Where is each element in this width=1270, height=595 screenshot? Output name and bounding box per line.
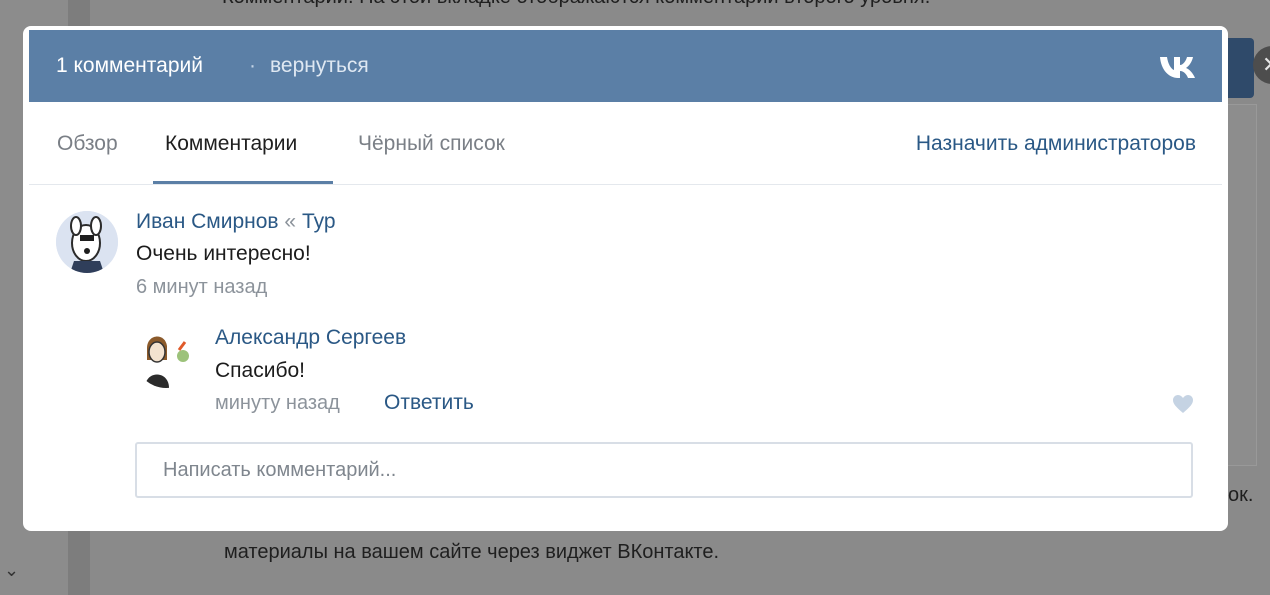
comment-text: Очень интересно! bbox=[136, 242, 311, 265]
back-link[interactable]: вернуться bbox=[270, 54, 369, 78]
header-separator: · bbox=[249, 54, 256, 77]
comments-modal: 1 комментарий · вернуться Обзор Коммента… bbox=[23, 26, 1228, 531]
background-right-fragment: ок. bbox=[1228, 484, 1254, 506]
reply-avatar[interactable] bbox=[135, 326, 197, 388]
comment-input[interactable] bbox=[135, 442, 1193, 498]
tab-blacklist[interactable]: Чёрный список bbox=[358, 132, 505, 156]
reply-author[interactable]: Александр Сергеев bbox=[215, 326, 406, 350]
modal-header: 1 комментарий · вернуться bbox=[29, 30, 1222, 102]
background-button bbox=[1226, 38, 1254, 98]
tab-overview[interactable]: Обзор bbox=[57, 132, 118, 156]
dog-avatar-icon bbox=[56, 211, 118, 273]
background-top-text: Комментарии. На этой вкладке отображаютс… bbox=[222, 0, 930, 9]
tab-comments[interactable]: Комментарии bbox=[165, 132, 297, 156]
modal-title: 1 комментарий bbox=[56, 54, 203, 77]
comment-time[interactable]: 6 минут назад bbox=[136, 276, 267, 299]
active-tab-indicator bbox=[153, 181, 333, 184]
comment-context-link[interactable]: Тур bbox=[302, 210, 336, 233]
comment-author[interactable]: Иван Смирнов « Тур bbox=[136, 210, 336, 234]
tab-bar: Обзор Комментарии Чёрный список Назначит… bbox=[29, 102, 1222, 185]
avatar[interactable] bbox=[56, 211, 118, 273]
reply-time[interactable]: минуту назад bbox=[215, 392, 340, 415]
reply-button[interactable]: Ответить bbox=[384, 391, 474, 415]
background-bottom-text: материалы на вашем сайте через виджет ВК… bbox=[224, 541, 720, 563]
assign-admins-link[interactable]: Назначить администраторов bbox=[916, 132, 1196, 156]
vk-logo-icon[interactable] bbox=[1159, 52, 1199, 80]
reply-text: Спасибо! bbox=[215, 359, 305, 382]
chevron-down-icon[interactable]: ⌄ bbox=[4, 560, 19, 581]
context-separator: « bbox=[284, 210, 297, 233]
heart-icon[interactable] bbox=[1172, 394, 1194, 414]
background-card bbox=[1228, 104, 1257, 466]
person-avatar-icon bbox=[135, 326, 197, 388]
